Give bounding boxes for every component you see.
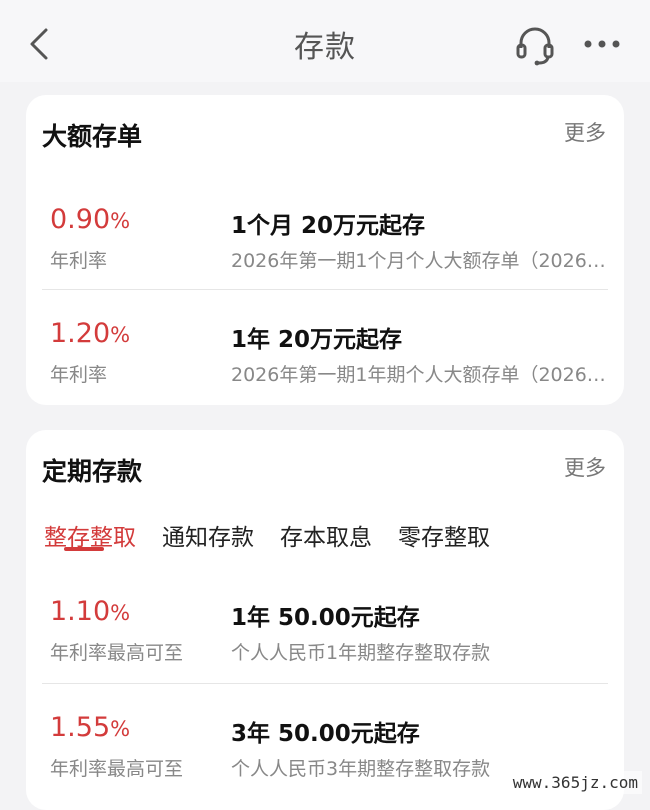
rate-label: 年利率 (50, 360, 107, 387)
interest-rate: 1.10% (50, 596, 130, 627)
fixed-deposit-card: 定期存款 更多 整存整取 通知存款 存本取息 零存整取 1.10% 年利率最高可… (26, 430, 624, 810)
watermark: www.365jz.com (509, 771, 642, 794)
section-title: 定期存款 (42, 452, 142, 488)
rate-label: 年利率 (50, 246, 107, 273)
product-description: 2026年第一期1年期个人大额存单（2026年… (231, 360, 606, 387)
more-dots-icon[interactable] (582, 38, 622, 50)
product-name: 1年 50.00元起存 (231, 598, 420, 632)
interest-rate: 0.90% (50, 204, 130, 235)
tab-installment-deposit[interactable]: 零存整取 (398, 518, 490, 552)
more-link[interactable]: 更多 (564, 117, 606, 147)
product-description: 2026年第一期1个月个人大额存单（2026年… (231, 246, 606, 273)
product-item[interactable]: 1.20% 年利率 1年 20万元起存 2026年第一期1年期个人大额存单（20… (26, 304, 624, 414)
product-name: 1个月 20万元起存 (231, 206, 425, 240)
product-item[interactable]: 1.10% 年利率最高可至 1年 50.00元起存 个人人民币1年期整存整取存款 (26, 582, 624, 692)
divider (42, 289, 608, 290)
rate-label: 年利率最高可至 (50, 754, 183, 781)
tab-interest-withdrawal[interactable]: 存本取息 (280, 518, 372, 552)
interest-rate: 1.20% (50, 318, 130, 349)
headset-icon[interactable] (514, 24, 556, 66)
top-navigation-bar: 存款 (0, 0, 650, 82)
product-description: 个人人民币1年期整存整取存款 (231, 638, 606, 665)
product-name: 3年 50.00元起存 (231, 714, 420, 748)
interest-rate: 1.55% (50, 712, 130, 743)
more-link[interactable]: 更多 (564, 452, 606, 482)
rate-label: 年利率最高可至 (50, 638, 183, 665)
product-item[interactable]: 0.90% 年利率 1个月 20万元起存 2026年第一期1个月个人大额存单（2… (26, 190, 624, 300)
tab-notice-deposit[interactable]: 通知存款 (162, 518, 254, 552)
section-title: 大额存单 (42, 117, 142, 153)
active-tab-indicator (64, 547, 104, 551)
divider (42, 683, 608, 684)
large-cd-card: 大额存单 更多 0.90% 年利率 1个月 20万元起存 2026年第一期1个月… (26, 95, 624, 405)
product-name: 1年 20万元起存 (231, 320, 402, 354)
